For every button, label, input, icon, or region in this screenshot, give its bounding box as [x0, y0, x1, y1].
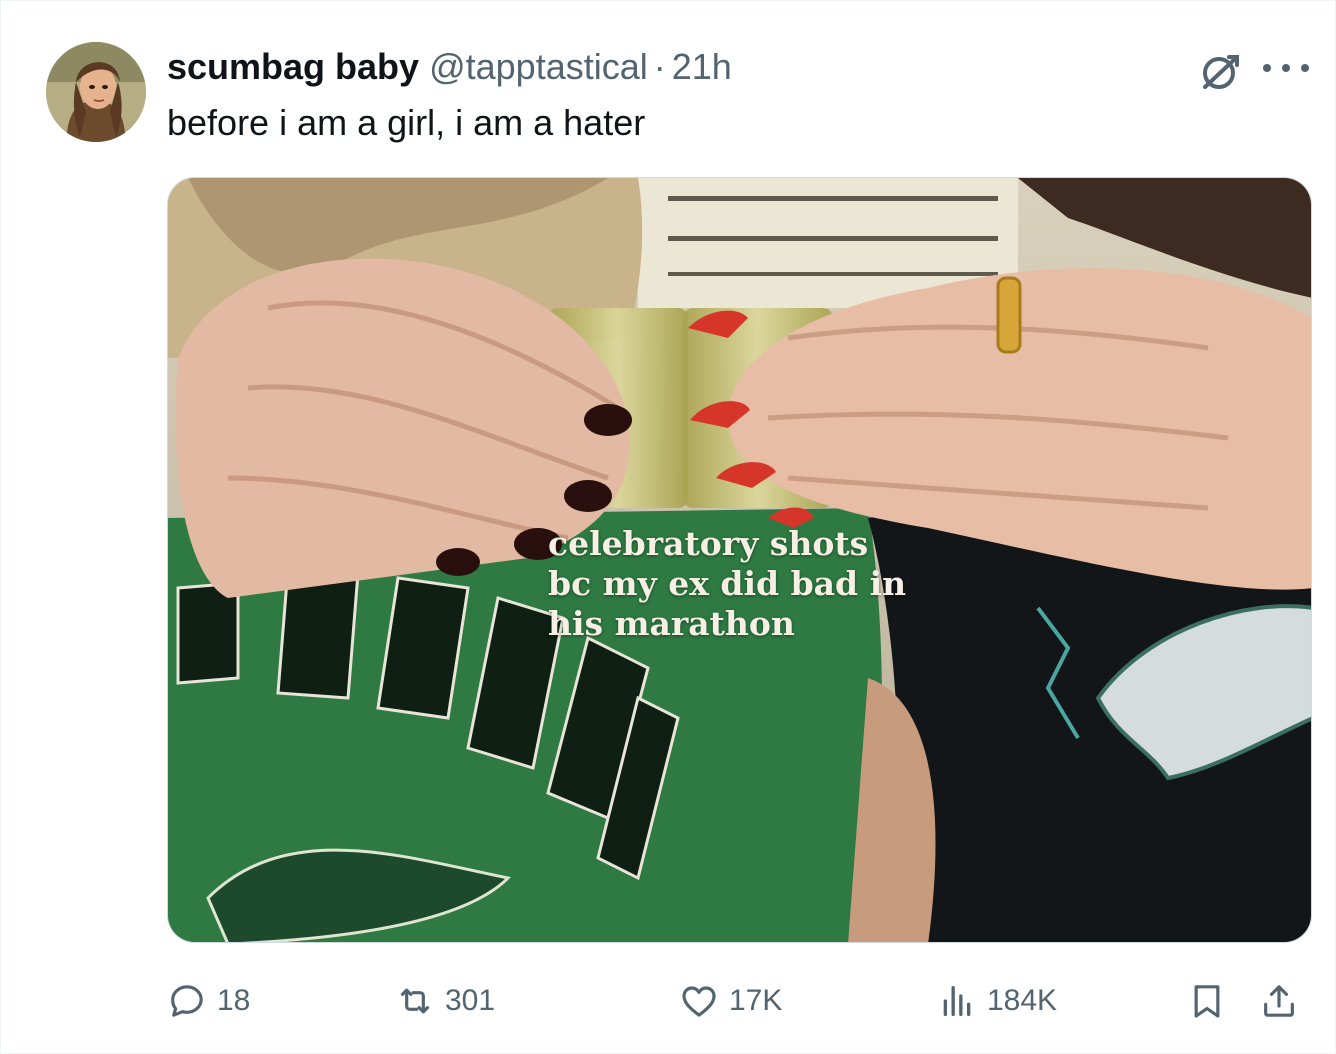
like-count: 17K: [729, 984, 783, 1017]
bookmark-button[interactable]: [1187, 973, 1227, 1029]
reply-icon: [171, 985, 203, 1017]
caption-line-1: celebratory shots: [548, 524, 869, 563]
retweet-icon: [400, 988, 430, 1014]
retweet-count: 301: [445, 984, 496, 1017]
separator-dot: ·: [653, 46, 666, 87]
reply-count: 18: [217, 984, 251, 1017]
grok-icon[interactable]: [1197, 49, 1243, 95]
tweet-media-image[interactable]: celebratory shots bc my ex did bad in hi…: [167, 177, 1312, 943]
avatar-image: [46, 42, 146, 142]
views-count: 184K: [987, 984, 1058, 1017]
tweet-actions-bar: 18 301 17K 184K: [167, 973, 1312, 1029]
caption-line-2: bc my ex did bad in: [548, 564, 907, 603]
views-button[interactable]: 184K: [937, 973, 1057, 1029]
bookmark-icon: [1194, 985, 1220, 1018]
share-icon: [1264, 985, 1294, 1017]
heart-icon: [682, 986, 716, 1017]
like-button[interactable]: 17K: [679, 973, 782, 1029]
author-handle[interactable]: @tapptastical: [429, 46, 648, 87]
share-button[interactable]: [1259, 973, 1299, 1029]
author-display-name[interactable]: scumbag baby: [167, 46, 419, 87]
tweet-timestamp[interactable]: 21h: [672, 46, 732, 87]
reply-button[interactable]: 18: [167, 973, 250, 1029]
retweet-button[interactable]: 301: [395, 973, 495, 1029]
tweet-text: before i am a girl, i am a hater: [167, 102, 646, 143]
views-icon: [943, 986, 971, 1016]
more-icon[interactable]: [1263, 53, 1309, 83]
tweet-header: scumbag baby @tapptastical · 21h: [167, 45, 732, 89]
author-avatar[interactable]: [46, 42, 146, 142]
caption-line-3: his marathon: [548, 604, 795, 643]
tweet-card[interactable]: scumbag baby @tapptastical · 21h before i …: [0, 0, 1336, 1054]
media-caption: celebratory shots bc my ex did bad in hi…: [548, 524, 968, 644]
